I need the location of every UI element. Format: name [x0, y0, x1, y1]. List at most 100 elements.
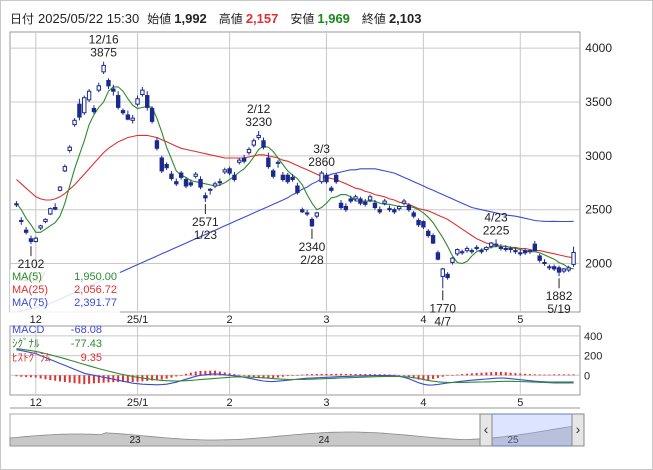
candle	[324, 173, 329, 184]
macd-y-tick-label: 400	[584, 331, 602, 343]
candle	[62, 164, 68, 172]
candle	[208, 188, 213, 195]
candle	[329, 186, 334, 193]
main-y-tick-label: 2000	[585, 257, 612, 271]
hist-bar	[286, 375, 289, 377]
candle-body	[537, 255, 542, 261]
hist-bar	[92, 375, 95, 384]
macd-x-tick-label: 4	[420, 397, 426, 409]
annotation-value: 1882	[546, 289, 573, 303]
candle-body	[542, 261, 547, 265]
candle	[183, 177, 189, 189]
ma5-line	[15, 86, 574, 270]
hist-bar	[180, 375, 183, 376]
candle-body	[62, 166, 68, 172]
annotation-date: 2/12	[247, 102, 271, 116]
hist-bar	[39, 375, 42, 379]
candle-body	[169, 173, 174, 179]
hist-bar	[315, 374, 318, 376]
candle-body	[329, 187, 334, 191]
annotation-value: 2340	[299, 240, 326, 254]
candle-body	[178, 172, 184, 178]
hist-bar	[543, 374, 546, 376]
candle	[338, 200, 344, 210]
candle	[474, 245, 479, 251]
hist-bar	[485, 372, 488, 376]
candle	[227, 166, 232, 176]
candle-body	[72, 119, 77, 126]
macd-y-tick-label: 200	[584, 351, 602, 363]
legend: MA(5) 1,950.00 MA(25) 2,056.72 MA(75) 2,…	[10, 269, 120, 313]
candle	[401, 198, 407, 206]
main-y-tick-label: 3500	[585, 95, 612, 109]
candle-body	[193, 173, 198, 177]
candle-body	[275, 161, 281, 164]
candle-body	[120, 110, 126, 114]
ma25-legend-value: 2,056.72	[74, 284, 117, 296]
chart-canvas: 12/1638752/1232303/328604/23222525711/23…	[9, 31, 612, 447]
hist-bar	[432, 375, 435, 380]
candle	[38, 224, 43, 231]
candle-body	[203, 195, 208, 199]
candle	[377, 206, 382, 214]
hist-bar	[102, 375, 105, 383]
candle	[169, 170, 174, 181]
candle-body	[421, 221, 426, 228]
candle	[159, 155, 164, 174]
candle	[82, 95, 87, 115]
annotation-date: 4/23	[484, 210, 508, 224]
candle-body	[77, 103, 82, 118]
candle	[363, 198, 368, 207]
candle	[300, 207, 305, 213]
candle-body	[338, 202, 344, 209]
hist-bar	[117, 375, 120, 382]
hist-bar	[184, 373, 187, 376]
hist-bar	[514, 373, 517, 376]
ma25-legend-label: MA(25)	[12, 284, 48, 296]
hist-bar	[548, 374, 551, 376]
candle	[261, 137, 266, 150]
candle	[459, 249, 465, 255]
annotation-value: 1770	[429, 301, 456, 315]
hist-bar	[29, 375, 32, 378]
hist-bar	[310, 374, 313, 376]
candle-body	[324, 174, 329, 183]
hist-bar	[461, 374, 464, 376]
candle	[57, 186, 63, 192]
hist-bar	[63, 375, 66, 382]
candle	[193, 172, 198, 179]
navigator-left-handle[interactable]: ‹	[479, 413, 493, 447]
candle-body	[149, 107, 155, 122]
candle-body	[290, 176, 295, 181]
candle-body	[522, 250, 528, 254]
hist-bar	[398, 375, 401, 376]
candle-body	[227, 168, 232, 174]
main-y-tick-label: 3000	[585, 149, 612, 163]
candle-body	[416, 219, 421, 226]
ma25-line	[16, 134, 574, 258]
hist-bar	[25, 375, 28, 378]
main-x-tick-label: 3	[323, 314, 329, 326]
candle-body	[314, 212, 319, 217]
candle-body	[450, 257, 455, 263]
candle-body	[241, 157, 247, 162]
navigator-year-label: 24	[318, 435, 330, 446]
candle	[552, 264, 557, 272]
candle-body	[23, 229, 29, 233]
hist-bar	[54, 375, 57, 381]
candle	[14, 201, 19, 207]
hist-bar	[349, 373, 352, 376]
navigator[interactable]: 23 24 25‹ ›	[9, 413, 585, 447]
candle-body	[135, 98, 140, 105]
navigator-window[interactable]	[491, 413, 575, 447]
ma75-legend-label: MA(75)	[12, 297, 48, 309]
x-axis: 12 25/1 2 3 4 5	[10, 397, 580, 409]
hist-bar	[44, 375, 47, 380]
candle-body	[217, 181, 223, 184]
candle-body	[363, 201, 368, 205]
annotation-date: 12/16	[89, 33, 119, 47]
candle-body	[377, 209, 382, 213]
navigator-right-handle[interactable]: ›	[571, 413, 585, 447]
candle-body	[140, 89, 145, 95]
candle-body	[266, 157, 271, 168]
